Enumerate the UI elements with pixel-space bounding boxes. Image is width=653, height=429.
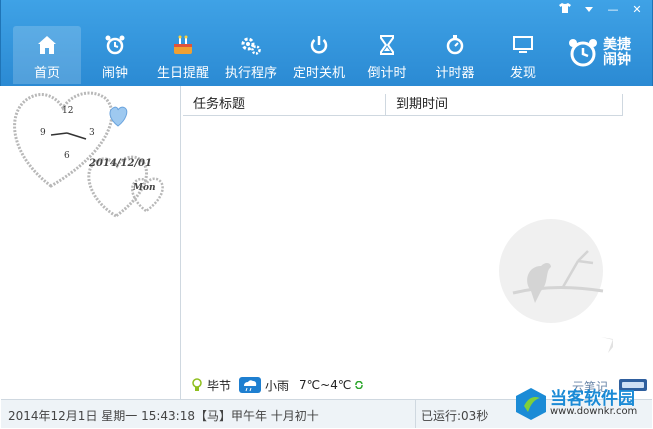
nav-discover[interactable]: 发现 <box>489 26 557 84</box>
weather-temp: 7℃~4℃ <box>299 378 352 392</box>
blue-heart-icon <box>109 106 128 127</box>
column-task-title[interactable]: 任务标题 <box>183 94 386 116</box>
nav-shutdown[interactable]: 定时关机 <box>285 26 353 84</box>
nav-label: 定时关机 <box>292 66 345 81</box>
nav-label: 闹钟 <box>101 66 128 81</box>
nav-countdown[interactable]: 倒计时 <box>353 26 421 84</box>
clock-widget-pane: 12 3 6 9 2014/12/01 Mon <box>1 86 181 399</box>
nav-execute[interactable]: 执行程序 <box>217 26 285 84</box>
column-due-time[interactable]: 到期时间 <box>386 94 623 116</box>
lightbulb-icon <box>192 378 202 391</box>
hour-hand <box>50 132 68 136</box>
weather-condition: 小雨 <box>265 378 290 393</box>
hourglass-icon <box>380 35 394 55</box>
nav-label: 生日提醒 <box>156 66 209 81</box>
clock-num-6: 6 <box>64 151 70 161</box>
clock-num-12: 12 <box>62 106 73 116</box>
stopwatch-icon <box>446 35 464 55</box>
clock-date: 2014/12/01 <box>88 158 152 169</box>
weather-city: 毕节 <box>207 378 232 393</box>
status-running-time: 已运行:03秒 <box>421 409 489 423</box>
logo-text: 美捷 闹钟 <box>603 37 631 68</box>
menu-arrow-icon[interactable] <box>580 3 598 17</box>
nav-label: 首页 <box>33 66 60 81</box>
heart-clock-widget: 12 3 6 9 2014/12/01 Mon <box>13 91 164 218</box>
clock-num-3: 3 <box>89 128 95 138</box>
title-bar: — ✕ 首页 闹钟 生日提醒 执行程序 定时关机 倒计时 计时器 发现 美捷 闹… <box>0 0 653 86</box>
weather-widget[interactable]: 毕节 小雨 7℃~4℃ <box>191 376 364 394</box>
nav-timer[interactable]: 计时器 <box>421 26 489 84</box>
alarm-logo-icon <box>569 39 597 67</box>
nav-label: 发现 <box>509 66 536 81</box>
close-button[interactable]: ✕ <box>628 3 646 17</box>
monitor-icon <box>513 36 533 53</box>
task-list-panel: 任务标题 到期时间 毕节 小雨 7℃~4℃ 云笔记 <box>183 86 652 399</box>
watermark-logo-icon <box>516 388 546 420</box>
nav-alarm[interactable]: 闹钟 <box>81 26 149 84</box>
minute-hand <box>66 132 87 140</box>
home-icon <box>38 36 56 54</box>
birthday-cake-icon <box>174 35 192 54</box>
bird-watermark-icon <box>499 219 613 353</box>
app-logo: 美捷 闹钟 <box>567 38 649 70</box>
status-divider <box>415 400 416 428</box>
clock-num-9: 9 <box>40 128 46 138</box>
power-icon <box>310 36 328 54</box>
shirt-icon[interactable] <box>556 3 574 17</box>
nav-birthday[interactable]: 生日提醒 <box>149 26 217 84</box>
alarm-clock-icon <box>105 35 125 55</box>
refresh-icon[interactable] <box>355 381 364 389</box>
main-nav: 首页 闹钟 生日提醒 执行程序 定时关机 倒计时 计时器 发现 <box>13 26 557 84</box>
nav-label: 倒计时 <box>367 66 407 81</box>
minimize-button[interactable]: — <box>604 3 622 17</box>
nav-label: 执行程序 <box>224 66 277 81</box>
task-table-header: 任务标题 到期时间 <box>183 94 623 116</box>
nav-label: 计时器 <box>435 66 475 81</box>
rain-cloud-icon <box>239 377 262 393</box>
site-watermark: 当客软件园 www.downkr.com <box>512 384 652 424</box>
gears-icon <box>241 37 261 55</box>
status-datetime: 2014年12月1日 星期一 15:43:18【马】甲午年 十月初十 <box>8 409 319 423</box>
nav-home[interactable]: 首页 <box>13 26 81 84</box>
clock-weekday: Mon <box>132 183 156 193</box>
watermark-url: www.downkr.com <box>550 406 638 417</box>
